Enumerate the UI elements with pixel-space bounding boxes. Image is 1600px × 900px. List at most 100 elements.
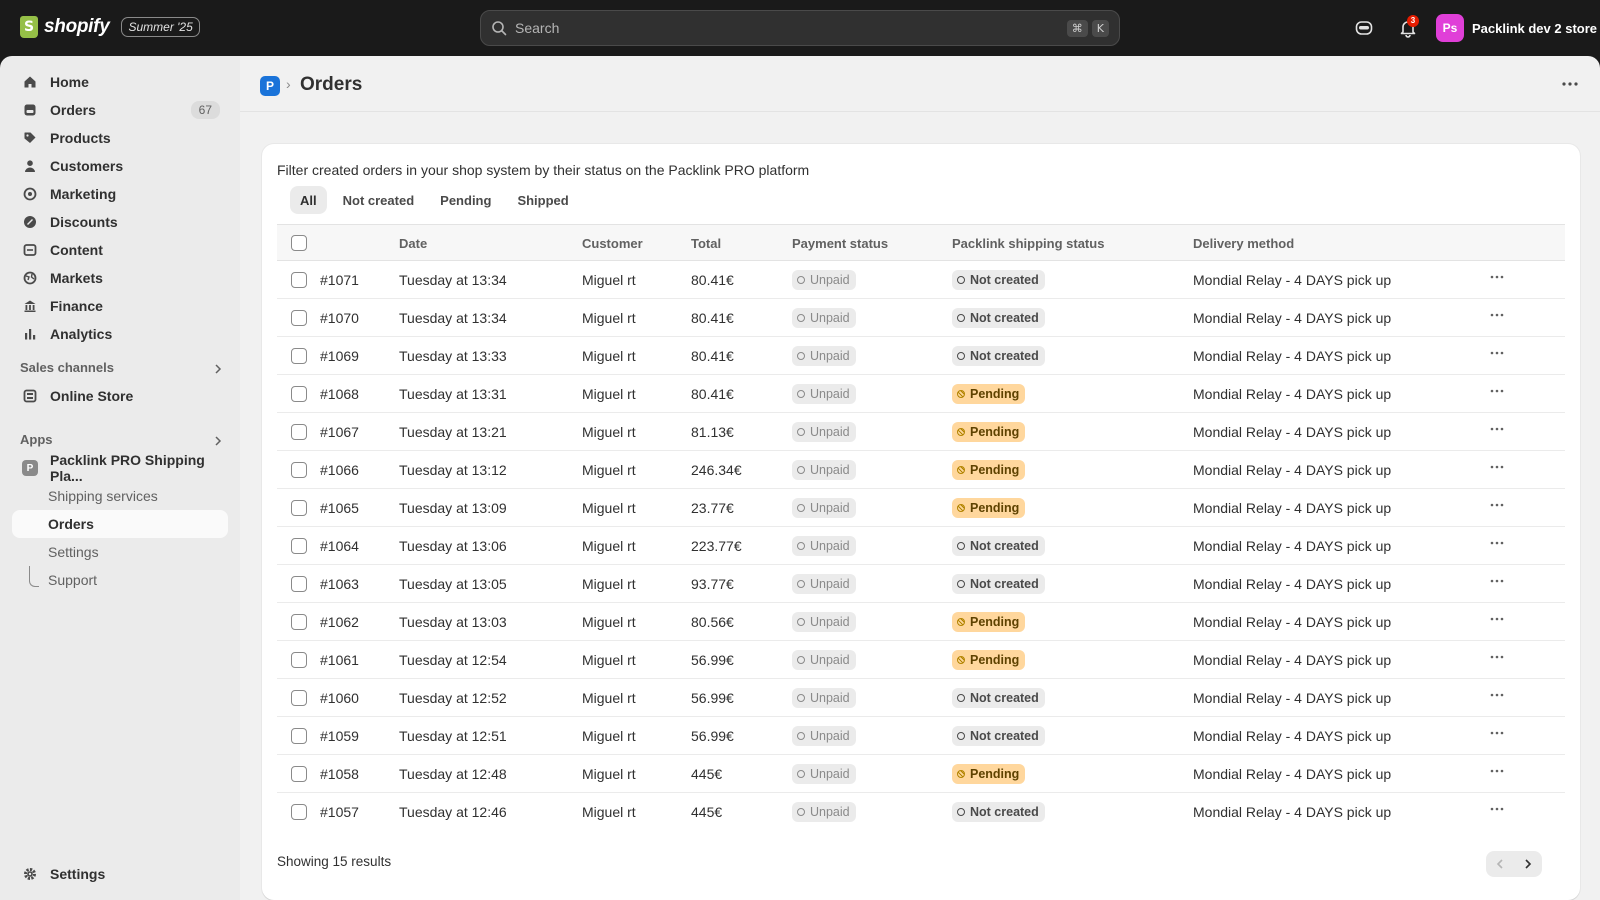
row-checkbox[interactable] — [291, 576, 307, 592]
sidebar-subitem-settings[interactable]: Settings — [12, 538, 228, 566]
sidebar-item-content[interactable]: Content — [12, 236, 228, 264]
row-checkbox[interactable] — [291, 804, 307, 820]
order-number[interactable]: #1062 — [320, 614, 359, 630]
order-number[interactable]: #1069 — [320, 348, 359, 364]
row-more-actions-icon[interactable] — [1489, 462, 1505, 472]
table-row[interactable]: #1069 Tuesday at 13:33 Miguel rt 80.41€ Unpa… — [277, 337, 1565, 375]
order-number[interactable]: #1068 — [320, 386, 359, 402]
column-header-payment-status[interactable]: Payment status — [792, 236, 888, 251]
table-row[interactable]: #1062 Tuesday at 13:03 Miguel rt 80.56€ Unpa… — [277, 603, 1565, 641]
row-checkbox[interactable] — [291, 462, 307, 478]
order-number[interactable]: #1067 — [320, 424, 359, 440]
order-number[interactable]: #1071 — [320, 272, 359, 288]
table-row[interactable]: #1060 Tuesday at 12:52 Miguel rt 56.99€ Unpa… — [277, 679, 1565, 717]
row-more-actions-icon[interactable] — [1489, 690, 1505, 700]
table-row[interactable]: #1068 Tuesday at 13:31 Miguel rt 80.41€ Unpa… — [277, 375, 1565, 413]
sidebar-subitem-orders[interactable]: Orders — [12, 510, 228, 538]
order-number[interactable]: #1065 — [320, 500, 359, 516]
sidebar-subitem-support[interactable]: Support — [12, 566, 228, 594]
row-more-actions-icon[interactable] — [1489, 728, 1505, 738]
table-row[interactable]: #1063 Tuesday at 13:05 Miguel rt 93.77€ Unpa… — [277, 565, 1565, 603]
select-all-checkbox[interactable] — [291, 235, 307, 251]
search-bar[interactable]: ⌘ K — [480, 10, 1120, 46]
order-number[interactable]: #1057 — [320, 804, 359, 820]
row-more-actions-icon[interactable] — [1489, 348, 1505, 358]
row-more-actions-icon[interactable] — [1489, 272, 1505, 282]
sidebar-item-orders[interactable]: Orders 67 — [12, 96, 228, 124]
sidebar-item-discounts[interactable]: Discounts — [12, 208, 228, 236]
row-checkbox[interactable] — [291, 386, 307, 402]
order-number[interactable]: #1070 — [320, 310, 359, 326]
row-checkbox[interactable] — [291, 348, 307, 364]
table-row[interactable]: #1071 Tuesday at 13:34 Miguel rt 80.41€ Unpa… — [277, 261, 1565, 299]
edition-badge[interactable]: Summer '25 — [121, 17, 200, 37]
row-checkbox[interactable] — [291, 766, 307, 782]
row-more-actions-icon[interactable] — [1489, 766, 1505, 776]
sidekick-icon[interactable] — [1354, 18, 1374, 38]
sidebar-item-marketing[interactable]: Marketing — [12, 180, 228, 208]
table-row[interactable]: #1059 Tuesday at 12:51 Miguel rt 56.99€ Unpa… — [277, 717, 1565, 755]
sidebar-item-home[interactable]: Home — [12, 68, 228, 96]
packlink-app-badge[interactable]: P — [260, 76, 280, 96]
next-page-button[interactable] — [1514, 851, 1542, 877]
search-input[interactable] — [515, 20, 1063, 36]
table-row[interactable]: #1057 Tuesday at 12:46 Miguel rt 445€ Unpaid… — [277, 793, 1565, 831]
previous-page-button[interactable] — [1486, 851, 1514, 877]
row-checkbox[interactable] — [291, 652, 307, 668]
order-number[interactable]: #1059 — [320, 728, 359, 744]
table-row[interactable]: #1061 Tuesday at 12:54 Miguel rt 56.99€ Unpa… — [277, 641, 1565, 679]
row-more-actions-icon[interactable] — [1489, 538, 1505, 548]
row-checkbox[interactable] — [291, 728, 307, 744]
row-checkbox[interactable] — [291, 272, 307, 288]
table-row[interactable]: #1058 Tuesday at 12:48 Miguel rt 445€ Unpaid… — [277, 755, 1565, 793]
sidebar-item-finance[interactable]: Finance — [12, 292, 228, 320]
table-row[interactable]: #1070 Tuesday at 13:34 Miguel rt 80.41€ Unpa… — [277, 299, 1565, 337]
table-row[interactable]: #1065 Tuesday at 13:09 Miguel rt 23.77€ Unpa… — [277, 489, 1565, 527]
order-number[interactable]: #1058 — [320, 766, 359, 782]
more-actions-icon[interactable] — [1560, 78, 1580, 90]
order-number[interactable]: #1061 — [320, 652, 359, 668]
sidebar-item-markets[interactable]: Markets — [12, 264, 228, 292]
column-header-customer[interactable]: Customer — [582, 236, 643, 251]
row-more-actions-icon[interactable] — [1489, 576, 1505, 586]
row-more-actions-icon[interactable] — [1489, 804, 1505, 814]
chevron-right-icon[interactable] — [212, 363, 224, 375]
sidebar-item-online-store[interactable]: Online Store — [12, 382, 228, 410]
row-more-actions-icon[interactable] — [1489, 500, 1505, 510]
column-header-total[interactable]: Total — [691, 236, 721, 251]
row-checkbox[interactable] — [291, 538, 307, 554]
row-more-actions-icon[interactable] — [1489, 424, 1505, 434]
column-header-shipping-status[interactable]: Packlink shipping status — [952, 236, 1104, 251]
tab-pending[interactable]: Pending — [430, 186, 501, 214]
row-more-actions-icon[interactable] — [1489, 614, 1505, 624]
row-more-actions-icon[interactable] — [1489, 310, 1505, 320]
order-number[interactable]: #1060 — [320, 690, 359, 706]
store-menu[interactable]: Ps Packlink dev 2 store — [1436, 14, 1597, 42]
row-checkbox[interactable] — [291, 310, 307, 326]
column-header-date[interactable]: Date — [399, 236, 427, 251]
order-number[interactable]: #1064 — [320, 538, 359, 554]
row-checkbox[interactable] — [291, 690, 307, 706]
order-number[interactable]: #1063 — [320, 576, 359, 592]
row-checkbox[interactable] — [291, 614, 307, 630]
sidebar-item-products[interactable]: Products — [12, 124, 228, 152]
order-number[interactable]: #1066 — [320, 462, 359, 478]
sidebar-item-customers[interactable]: Customers — [12, 152, 228, 180]
shopify-logo[interactable]: shopify Summer '25 — [20, 16, 200, 38]
column-header-delivery-method[interactable]: Delivery method — [1193, 236, 1294, 251]
sidebar-item-packlink-app[interactable]: P Packlink PRO Shipping Pla... — [12, 452, 228, 484]
table-row[interactable]: #1067 Tuesday at 13:21 Miguel rt 81.13€ Unpa… — [277, 413, 1565, 451]
tab-shipped[interactable]: Shipped — [507, 186, 578, 214]
table-row[interactable]: #1064 Tuesday at 13:06 Miguel rt 223.77€ Unp… — [277, 527, 1565, 565]
tab-all[interactable]: All — [290, 186, 327, 214]
chevron-right-icon[interactable] — [212, 435, 224, 447]
sidebar-item-settings[interactable]: Settings — [12, 860, 228, 888]
tab-not-created[interactable]: Not created — [333, 186, 425, 214]
table-row[interactable]: #1066 Tuesday at 13:12 Miguel rt 246.34€ Unp… — [277, 451, 1565, 489]
row-checkbox[interactable] — [291, 424, 307, 440]
row-more-actions-icon[interactable] — [1489, 652, 1505, 662]
row-more-actions-icon[interactable] — [1489, 386, 1505, 396]
row-checkbox[interactable] — [291, 500, 307, 516]
sidebar-item-analytics[interactable]: Analytics — [12, 320, 228, 348]
sidebar-subitem-shipping-services[interactable]: Shipping services — [12, 482, 228, 510]
